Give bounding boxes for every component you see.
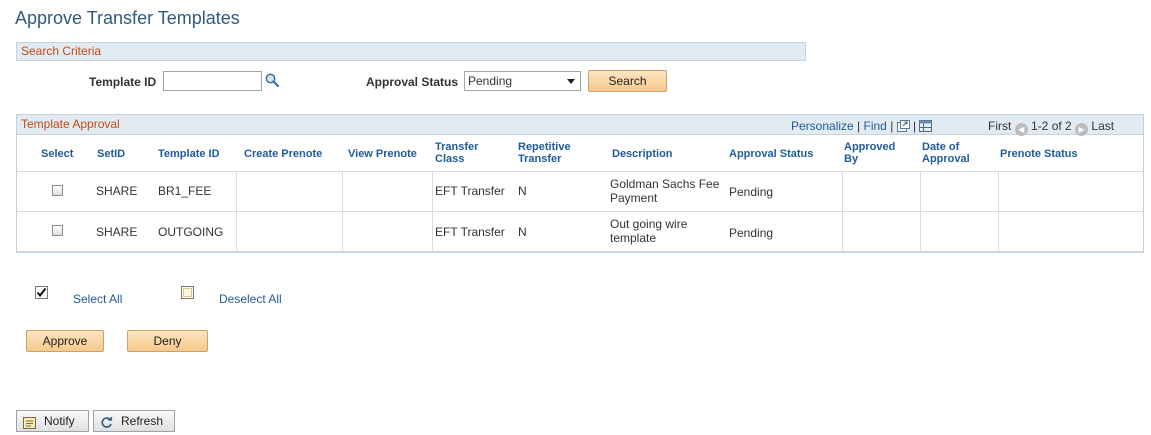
cell-template-id-link[interactable]: OUTGOING [158, 225, 223, 239]
find-link[interactable]: Find [864, 119, 887, 133]
column-header-prenote-status: Prenote Status [1000, 148, 1078, 160]
select-all-icon[interactable] [35, 286, 48, 299]
column-header-approval-status: Approval Status [729, 148, 814, 160]
approval-status-select[interactable]: Pending [464, 71, 581, 91]
column-header-repetitive-transfer: Repetitive Transfer [518, 141, 571, 165]
row-select-checkbox[interactable] [52, 185, 63, 196]
column-divider [920, 172, 921, 252]
notify-label: Notify [44, 414, 75, 428]
previous-icon[interactable]: ◀ [1014, 123, 1028, 136]
column-header-date-of-approval: Date of Approval [922, 141, 970, 165]
select-all-link[interactable]: Select All [73, 292, 122, 306]
row-divider [17, 211, 1143, 212]
grid-title-bar [17, 115, 1143, 135]
search-criteria-header[interactable]: Search Criteria [16, 42, 806, 61]
chevron-down-icon [567, 79, 575, 84]
row-range: 1-2 of 2 [1031, 119, 1072, 133]
approval-status-label: Approval Status [366, 75, 459, 89]
column-header-setid: SetID [97, 148, 126, 160]
cell-repetitive: N [518, 225, 527, 239]
template-id-label: Template ID [89, 75, 157, 89]
cell-approval-status: Pending [729, 185, 774, 199]
cell-transfer-class: EFT Transfer [435, 225, 505, 239]
column-header-template-id: Template ID [158, 148, 220, 160]
first-label[interactable]: First [988, 119, 1011, 133]
search-button[interactable]: Search [588, 70, 667, 92]
grid-title: Template Approval [21, 117, 120, 131]
column-header-create-prenote: Create Prenote [244, 148, 323, 160]
refresh-label: Refresh [121, 414, 164, 428]
column-divider [432, 172, 433, 252]
row-divider [17, 171, 1143, 172]
column-header-select: Select [41, 148, 74, 160]
deselect-all-link[interactable]: Deselect All [219, 292, 282, 306]
cell-transfer-class: EFT Transfer [435, 184, 505, 198]
checked-checkbox-icon [35, 286, 48, 299]
view-all-icon[interactable] [896, 120, 910, 135]
separator: | [913, 119, 917, 133]
approve-button[interactable]: Approve [26, 330, 104, 352]
grid-pagination: First ◀ 1-2 of 2 ▶ Last [988, 119, 1114, 136]
cell-approval-status: Pending [729, 226, 774, 240]
deny-button[interactable]: Deny [127, 330, 208, 352]
column-divider [342, 172, 343, 252]
magnifier-icon [265, 73, 280, 88]
column-header-view-prenote: View Prenote [348, 148, 417, 160]
separator: | [890, 119, 894, 133]
cell-setid: SHARE [96, 184, 138, 198]
last-label[interactable]: Last [1091, 119, 1114, 133]
deselect-all-icon[interactable] [181, 286, 194, 299]
cell-description: Out going wire template [610, 217, 688, 245]
separator: | [857, 119, 861, 133]
spreadsheet-icon [919, 120, 933, 132]
row-select-checkbox[interactable] [52, 225, 63, 236]
download-icon[interactable] [919, 120, 933, 135]
cell-template-id-link[interactable]: BR1_FEE [158, 184, 211, 198]
next-icon[interactable]: ▶ [1075, 123, 1089, 136]
notify-icon [23, 415, 36, 435]
approval-status-value: Pending [468, 74, 513, 88]
column-header-description: Description [612, 148, 673, 160]
cell-repetitive: N [518, 184, 527, 198]
cell-description: Goldman Sachs Fee Payment [610, 177, 720, 205]
column-divider [998, 172, 999, 252]
column-divider [842, 172, 843, 252]
template-id-input[interactable] [163, 71, 262, 91]
column-header-transfer-class: Transfer Class [435, 141, 479, 165]
refresh-icon [100, 415, 113, 435]
refresh-button[interactable]: Refresh [93, 410, 175, 432]
grid-toolbar: Personalize | Find | | [791, 119, 933, 135]
zoom-window-icon [896, 120, 910, 132]
notify-button[interactable]: Notify [16, 410, 89, 432]
column-divider [236, 172, 237, 252]
page-title: Approve Transfer Templates [15, 8, 240, 28]
cell-setid: SHARE [96, 225, 138, 239]
column-header-approved-by: Approved By [844, 141, 896, 165]
empty-checkbox-icon [181, 286, 194, 299]
lookup-icon[interactable] [264, 72, 280, 88]
row-divider [17, 251, 1143, 252]
personalize-link[interactable]: Personalize [791, 119, 854, 133]
